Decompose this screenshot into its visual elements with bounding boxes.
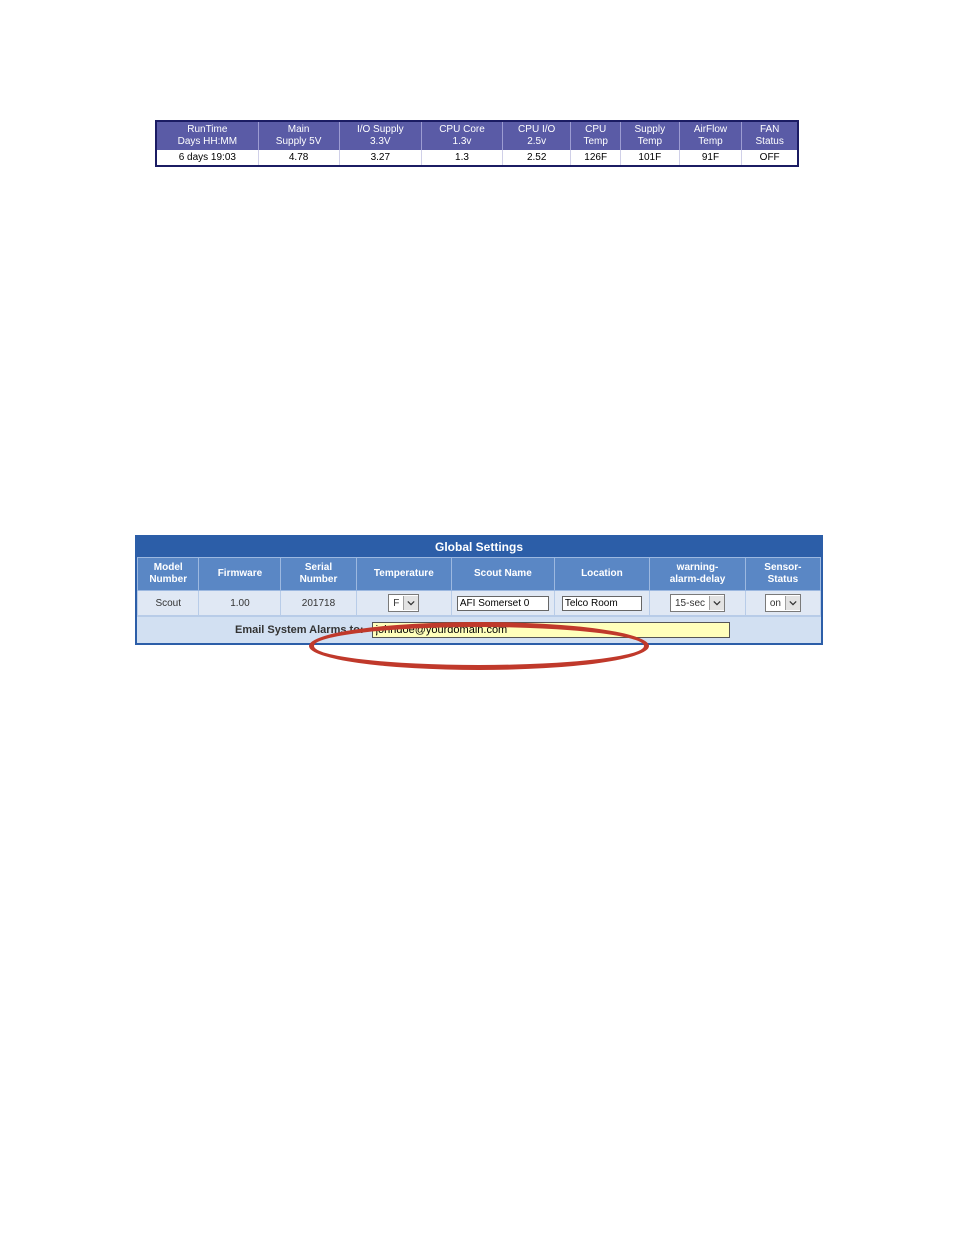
val-supply-temp: 101F — [620, 150, 679, 166]
global-settings-table: ModelNumber Firmware SerialNumber Temper… — [137, 557, 821, 616]
val-firmware: 1.00 — [199, 591, 281, 616]
temperature-value: F — [393, 598, 399, 609]
val-io-supply: 3.27 — [339, 150, 422, 166]
gcol-temperature: Temperature — [356, 558, 452, 591]
val-fan-status: OFF — [742, 150, 798, 166]
col-cpu-temp: CPUTemp — [571, 121, 621, 150]
sensor-status-select[interactable]: on — [765, 594, 801, 612]
chevron-down-icon — [403, 596, 418, 610]
gcol-model: ModelNumber — [138, 558, 199, 591]
email-alarms-input[interactable] — [376, 624, 516, 636]
gcol-firmware: Firmware — [199, 558, 281, 591]
warning-delay-select[interactable]: 15-sec — [670, 594, 725, 612]
val-runtime: 6 days 19:03 — [156, 150, 258, 166]
email-row: Email System Alarms to: — [137, 616, 821, 643]
col-fan-status: FANStatus — [742, 121, 798, 150]
col-io-supply: I/O Supply3.3V — [339, 121, 422, 150]
temperature-select[interactable]: F — [388, 594, 419, 612]
val-cpu-core: 1.3 — [422, 150, 503, 166]
val-cpu-io: 2.52 — [502, 150, 571, 166]
sensor-status-value: on — [770, 598, 781, 609]
email-input-wrap — [372, 622, 730, 638]
col-runtime: RunTimeDays HH:MM — [156, 121, 258, 150]
location-input[interactable] — [562, 596, 642, 611]
gcol-location: Location — [554, 558, 650, 591]
val-serial: 201718 — [281, 591, 356, 616]
global-settings-panel: Global Settings ModelNumber Firmware Ser… — [135, 535, 823, 645]
scout-name-input[interactable] — [457, 596, 549, 611]
col-main-supply: MainSupply 5V — [258, 121, 339, 150]
warning-delay-value: 15-sec — [675, 598, 705, 609]
val-main-supply: 4.78 — [258, 150, 339, 166]
gcol-warning-delay: warning-alarm-delay — [650, 558, 746, 591]
gcol-scout-name: Scout Name — [452, 558, 554, 591]
col-airflow-temp: AirFlowTemp — [679, 121, 742, 150]
chevron-down-icon — [785, 596, 800, 610]
col-cpu-core: CPU Core1.3v — [422, 121, 503, 150]
val-airflow-temp: 91F — [679, 150, 742, 166]
status-table: RunTimeDays HH:MM MainSupply 5V I/O Supp… — [155, 120, 799, 167]
global-row: Scout 1.00 201718 F — [138, 591, 821, 616]
col-supply-temp: SupplyTemp — [620, 121, 679, 150]
val-cpu-temp: 126F — [571, 150, 621, 166]
email-label: Email System Alarms to: — [235, 624, 364, 636]
gcol-serial: SerialNumber — [281, 558, 356, 591]
val-model: Scout — [138, 591, 199, 616]
col-cpu-io: CPU I/O2.5v — [502, 121, 571, 150]
gcol-sensor-status: Sensor-Status — [745, 558, 820, 591]
chevron-down-icon — [709, 596, 724, 610]
global-settings-title: Global Settings — [137, 537, 821, 557]
status-row: 6 days 19:03 4.78 3.27 1.3 2.52 126F 101… — [156, 150, 798, 166]
